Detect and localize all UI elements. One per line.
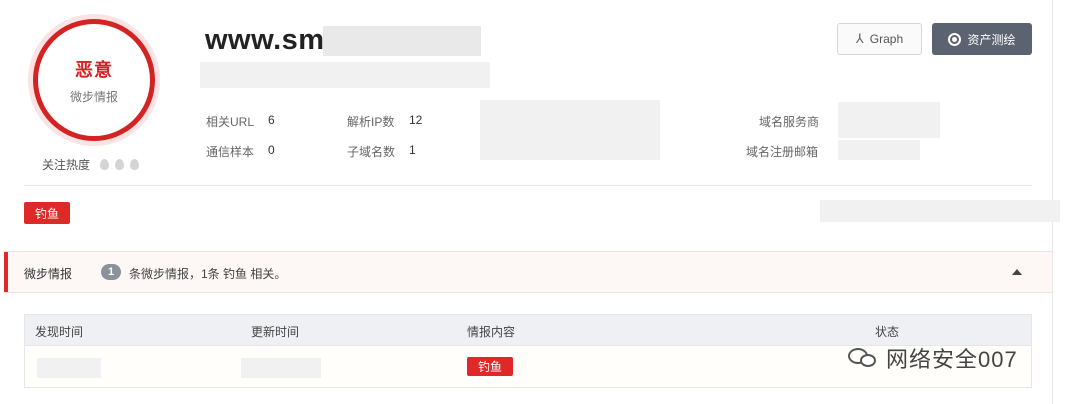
flame-icon [130,159,140,170]
redacted-email [838,140,920,160]
watermark-text: 网络安全007 [886,347,1018,372]
domain-title: www.sm [205,24,325,56]
flame-icon [100,159,110,170]
graph-icon: ⅄ [855,31,864,46]
intel-content-tag[interactable]: 钓鱼 [467,357,513,376]
divider [24,185,1032,186]
verdict-circle: 恶意 微步情报 [28,14,160,146]
redacted-domain [323,26,481,56]
section-accent [4,252,8,292]
phishing-tag[interactable]: 钓鱼 [24,202,70,224]
resolved-ip-label: 解析IP数 [347,115,395,129]
column-header: 更新时间 [251,325,300,339]
column-header: 情报内容 [467,325,516,339]
redacted-tag-row [820,200,1060,222]
intel-title: 微步情报 [24,267,73,281]
samples-value[interactable]: 0 [268,143,275,157]
collapse-caret-icon[interactable] [1012,269,1022,275]
verdict-ring: 恶意 微步情报 [33,19,155,141]
redacted-update-time [241,358,321,378]
verdict-source: 微步情报 [69,89,118,104]
related-url-value[interactable]: 6 [268,113,275,127]
redacted-found-time [37,358,101,378]
attention-heat: 关注热度 [42,156,140,173]
verdict-level: 恶意 [75,59,113,80]
redacted-subtitle [200,62,490,88]
wechat-icon [848,346,878,370]
registrant-email-label: 域名注册邮箱 [746,145,819,159]
related-url-label: 相关URL [206,115,255,129]
redacted-info-block [480,100,660,160]
watermark: 网络安全007 [848,342,1018,374]
registrar-label: 域名服务商 [759,115,820,129]
subdomains-value[interactable]: 1 [409,143,416,157]
intel-summary: 条微步情报，1条 钓鱼 相关。 [129,267,287,281]
asset-mapping-button[interactable]: 资产测绘 [932,23,1032,55]
redacted-registrar [838,102,940,138]
column-header: 发现时间 [35,325,84,339]
heat-label: 关注热度 [42,158,91,172]
intel-count-badge: 1 [101,264,121,280]
asset-button-label: 资产测绘 [967,32,1016,47]
samples-label: 通信样本 [206,145,255,159]
subdomains-label: 子域名数 [347,145,396,159]
intel-section-header[interactable]: 微步情报 1 条微步情报，1条 钓鱼 相关。 [4,251,1052,293]
column-header: 状态 [875,325,900,339]
flame-icon [115,159,125,170]
resolved-ip-value[interactable]: 12 [409,113,422,127]
graph-button-label: Graph [869,32,904,46]
graph-button[interactable]: ⅄ Graph [837,23,922,55]
radar-icon [948,32,962,46]
